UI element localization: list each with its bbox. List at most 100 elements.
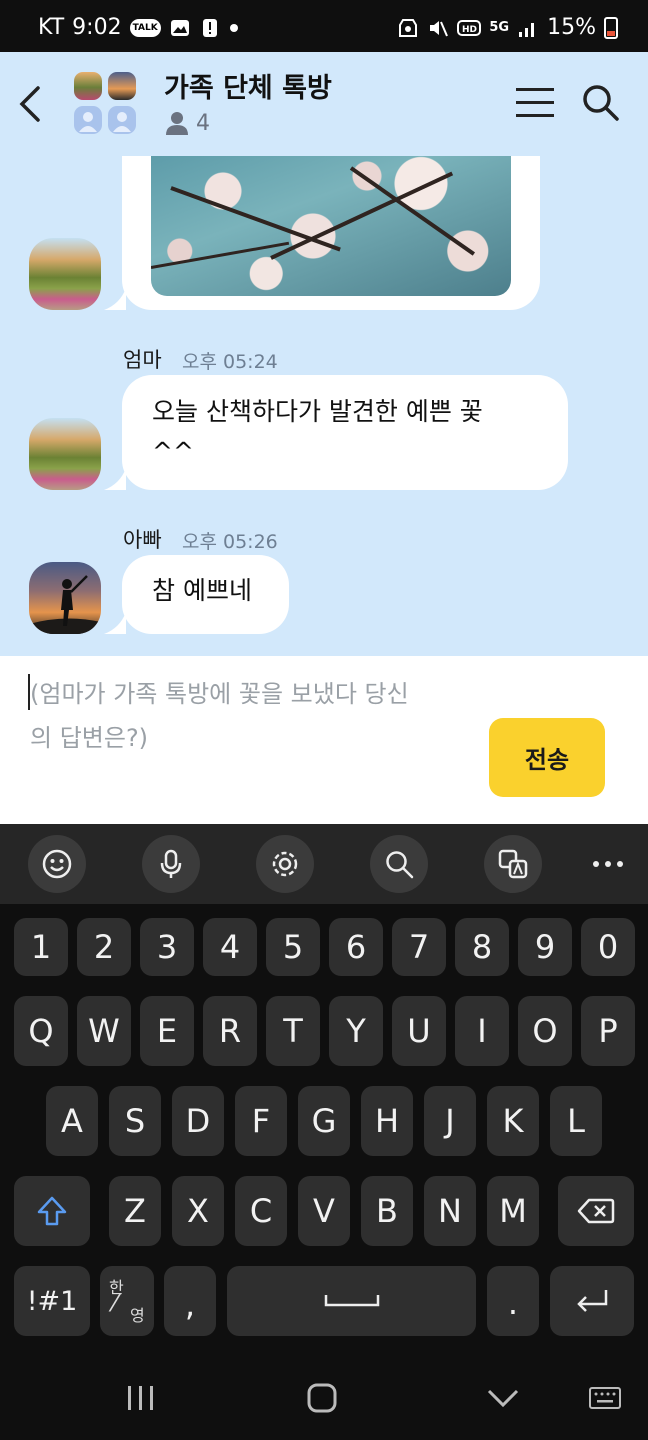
person-icon [166,112,188,135]
member-avatar-dad [108,72,136,100]
member-avatar-default [108,106,136,134]
key-u[interactable]: U [392,996,446,1066]
chat-header: 가족 단체 톡방 4 [0,52,648,156]
key-n[interactable]: N [424,1176,476,1246]
key-k[interactable]: K [487,1086,539,1156]
key-q[interactable]: Q [14,996,68,1066]
message-input[interactable]: (엄마가 가족 톡방에 꽃을 보냈다 당신 의 답변은?) [30,672,470,760]
key-o[interactable]: O [518,996,572,1066]
key-h[interactable]: H [361,1086,413,1156]
key-4[interactable]: 4 [203,918,257,976]
recent-apps-icon[interactable] [126,1384,156,1412]
period-key[interactable]: . [487,1266,539,1336]
key-2[interactable]: 2 [77,918,131,976]
key-7[interactable]: 7 [392,918,446,976]
network-type: 5G [489,20,510,35]
key-s[interactable]: S [109,1086,161,1156]
keyboard-search-button[interactable] [370,835,428,893]
search-icon[interactable] [580,82,620,122]
carrier-label: KT [38,15,65,40]
menu-icon[interactable] [516,86,554,118]
sender-avatar-mom[interactable] [29,238,101,310]
flower-photo[interactable] [151,156,511,296]
key-3[interactable]: 3 [140,918,194,976]
key-p[interactable]: P [581,996,635,1066]
enter-key[interactable] [550,1266,634,1336]
key-c[interactable]: C [235,1176,287,1246]
key-0[interactable]: 0 [581,918,635,976]
voice-input-button[interactable] [142,835,200,893]
battery-percent: 15% [547,15,596,40]
backspace-key[interactable] [558,1176,634,1246]
translate-icon [498,849,528,879]
bubble-tail [104,468,126,490]
key-6[interactable]: 6 [329,918,383,976]
key-8[interactable]: 8 [455,918,509,976]
key-y[interactable]: Y [329,996,383,1066]
chat-area[interactable]: 엄마 오후 05:24 오늘 산책하다가 발견한 예쁜 꽃 ^^ 아빠 오후 0… [0,156,648,656]
space-key[interactable] [227,1266,476,1336]
shift-key[interactable] [14,1176,90,1246]
key-b[interactable]: B [361,1176,413,1246]
key-e[interactable]: E [140,996,194,1066]
message-input-bar: (엄마가 가족 톡방에 꽃을 보냈다 당신 의 답변은?) 전송 [0,656,648,824]
key-l[interactable]: L [550,1086,602,1156]
translate-button[interactable] [484,835,542,893]
bubble-tail [104,288,126,310]
more-options-icon[interactable] [592,854,624,874]
key-t[interactable]: T [266,996,320,1066]
search-icon [386,851,414,879]
key-v[interactable]: V [298,1176,350,1246]
emoji-button[interactable] [28,835,86,893]
bubble-tail [104,612,126,634]
svg-text:HD: HD [462,25,477,35]
dot-icon [229,23,238,32]
key-w[interactable]: W [77,996,131,1066]
sender-name: 아빠 [123,528,162,552]
message-text: 참 예쁘네 [152,576,252,605]
send-button[interactable]: 전송 [489,718,605,797]
key-j[interactable]: J [424,1086,476,1156]
language-switch-key[interactable]: 한 ⁄ 영 [100,1266,154,1336]
sender-name: 엄마 [123,348,162,372]
hide-keyboard-icon[interactable] [486,1388,520,1408]
gear-icon [272,851,298,877]
comma-key[interactable]: , [164,1266,216,1336]
key-x[interactable]: X [172,1176,224,1246]
alert-notification-icon [202,18,217,37]
home-icon[interactable] [306,1382,338,1414]
key-f[interactable]: F [235,1086,287,1156]
member-avatar-mom [74,72,102,100]
key-z[interactable]: Z [109,1176,161,1246]
message-text-line: 오늘 산책하다가 발견한 예쁜 꽃 [152,397,483,426]
key-1[interactable]: 1 [14,918,68,976]
sender-avatar-dad[interactable] [29,562,101,634]
key-m[interactable]: M [487,1176,539,1246]
status-bar: KT 9:02 TALK HD 5G 15% [0,0,648,52]
signal-icon [519,22,535,37]
group-avatar[interactable] [72,70,138,136]
enter-icon [577,1290,608,1312]
key-g[interactable]: G [298,1086,350,1156]
key-5[interactable]: 5 [266,918,320,976]
keyboard-switch-icon[interactable] [588,1386,622,1410]
key-9[interactable]: 9 [518,918,572,976]
smiley-icon [42,849,72,879]
member-count-value: 4 [196,110,210,136]
message-time: 오후 05:24 [182,351,278,373]
input-placeholder-line: (엄마가 가족 톡방에 꽃을 보냈다 당신 [30,680,409,708]
back-arrow-icon[interactable] [14,82,44,126]
member-count: 4 [164,110,210,136]
key-a[interactable]: A [46,1086,98,1156]
key-d[interactable]: D [172,1086,224,1156]
symbols-key[interactable]: !#1 [14,1266,90,1336]
key-r[interactable]: R [203,996,257,1066]
backspace-icon [577,1198,615,1224]
battery-icon [604,16,618,39]
message-time: 오후 05:26 [182,531,278,553]
keyboard-settings-button[interactable] [256,835,314,893]
chat-title: 가족 단체 톡방 [164,73,332,104]
sender-avatar-mom[interactable] [29,418,101,490]
keyboard-toolbar [0,824,648,904]
key-i[interactable]: I [455,996,509,1066]
